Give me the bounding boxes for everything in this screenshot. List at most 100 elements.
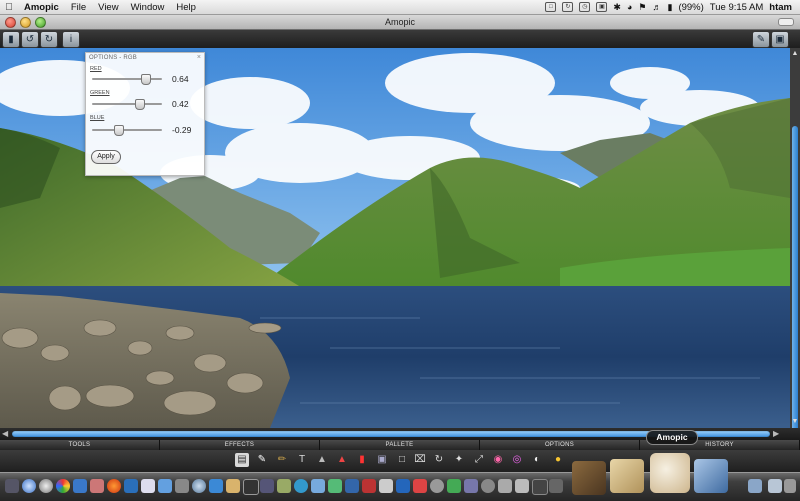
itunes-icon[interactable]: [192, 479, 206, 493]
document-icon[interactable]: ▤: [235, 453, 249, 467]
display-icon[interactable]: ▣: [596, 2, 608, 12]
camera-icon[interactable]: [481, 479, 495, 493]
dropbox-icon[interactable]: □: [545, 2, 557, 12]
sync-icon[interactable]: ↻: [562, 2, 574, 12]
menu-view[interactable]: View: [92, 2, 124, 13]
bluetooth-icon[interactable]: ✱: [613, 2, 621, 13]
tab-pallete[interactable]: PALLETE: [320, 440, 480, 450]
safari-icon[interactable]: [39, 479, 53, 493]
reminders-icon[interactable]: [413, 479, 427, 493]
app-store-icon[interactable]: [124, 479, 138, 493]
zoom-window-button[interactable]: [35, 17, 46, 28]
finder-icon[interactable]: [5, 479, 19, 493]
rotate-right-icon[interactable]: ↻: [40, 31, 58, 48]
acrobat-icon[interactable]: [362, 479, 376, 493]
paint-icon[interactable]: ✎: [255, 453, 269, 467]
red-slider[interactable]: [92, 74, 162, 85]
flag-icon[interactable]: ⚑: [638, 2, 646, 13]
vertical-scroll-thumb[interactable]: [792, 126, 798, 446]
vertical-scrollbar[interactable]: ▲ ▼: [790, 48, 800, 446]
system-prefs-icon[interactable]: [277, 479, 291, 493]
scroll-up-icon[interactable]: ▲: [791, 50, 799, 58]
vectr-icon[interactable]: [447, 479, 461, 493]
contrast-icon[interactable]: ◐: [530, 453, 544, 467]
preview-icon[interactable]: [141, 479, 155, 493]
word-icon[interactable]: [396, 479, 410, 493]
library-icon[interactable]: ▮: [2, 31, 20, 48]
trash-icon[interactable]: [784, 479, 796, 493]
red-slider-knob[interactable]: [141, 74, 151, 85]
vpn-icon[interactable]: [345, 479, 359, 493]
blue-slider-knob[interactable]: [114, 125, 124, 136]
xcode-icon[interactable]: [209, 479, 223, 493]
green-slider[interactable]: [92, 99, 162, 110]
toolbar-toggle-button[interactable]: [778, 18, 794, 26]
brightness-icon[interactable]: ●: [551, 453, 565, 467]
scroll-down-icon[interactable]: ▼: [791, 418, 799, 426]
eraser-icon[interactable]: ▣: [375, 453, 389, 467]
dashboard-icon[interactable]: [22, 479, 36, 493]
share-icon[interactable]: ✎: [752, 31, 770, 48]
crop-icon[interactable]: ⌧: [413, 453, 427, 467]
stamp-icon[interactable]: ▲: [315, 453, 329, 467]
tab-effects[interactable]: EFFECTS: [160, 440, 320, 450]
battery-icon[interactable]: ▮: [667, 2, 672, 13]
terminal-icon[interactable]: [532, 479, 548, 495]
rotate-icon[interactable]: ↻: [432, 453, 446, 467]
network-icon[interactable]: [158, 479, 172, 493]
menu-file[interactable]: File: [65, 2, 92, 13]
menu-help[interactable]: Help: [170, 2, 202, 13]
messages-icon[interactable]: [328, 479, 342, 493]
save-icon[interactable]: ▣: [771, 31, 789, 48]
apply-button[interactable]: Apply: [91, 150, 121, 164]
text-tool-icon[interactable]: T: [295, 453, 309, 467]
apple-menu-icon[interactable]: : [0, 2, 18, 13]
scroll-left-icon[interactable]: ◀: [2, 429, 8, 438]
downloads-icon[interactable]: [748, 479, 762, 493]
bucket-icon[interactable]: ▲: [335, 453, 349, 467]
time-machine-icon[interactable]: [430, 479, 444, 493]
minimize-window-button[interactable]: [20, 17, 31, 28]
green-slider-knob[interactable]: [135, 99, 145, 110]
activity-monitor-icon[interactable]: [549, 479, 563, 493]
address-book-icon[interactable]: [311, 479, 325, 493]
menu-window[interactable]: Window: [125, 2, 171, 13]
lipstick-icon[interactable]: ▮: [355, 453, 369, 467]
chrome-icon[interactable]: [56, 479, 70, 493]
skype-icon[interactable]: [294, 479, 308, 493]
resize-icon[interactable]: ⤢: [472, 453, 486, 467]
grapher-icon[interactable]: [498, 479, 512, 493]
scroll-right-icon[interactable]: ▶: [773, 429, 779, 438]
firefox-icon[interactable]: [107, 479, 121, 493]
calendar-icon[interactable]: [379, 479, 393, 493]
amopic-app-icon[interactable]: [650, 453, 690, 493]
close-window-button[interactable]: [5, 17, 16, 28]
color-balance-icon[interactable]: ◉: [491, 453, 505, 467]
rotate-left-icon[interactable]: ↺: [21, 31, 39, 48]
menu-app-name[interactable]: Amopic: [18, 2, 65, 13]
clock[interactable]: Tue 9:15 AM: [710, 2, 764, 13]
piano-icon[interactable]: [243, 479, 259, 495]
notes-icon[interactable]: [226, 479, 240, 493]
font-book-icon[interactable]: [515, 479, 529, 493]
volume-icon[interactable]: ♬: [652, 2, 661, 12]
hue-icon[interactable]: ◎: [510, 453, 524, 467]
folder-icon[interactable]: [572, 461, 606, 495]
wifi-icon[interactable]: ◕: [627, 2, 632, 12]
brush-icon[interactable]: ✏: [275, 453, 289, 467]
panel-close-icon[interactable]: ×: [197, 54, 201, 61]
timemachine-icon[interactable]: ◷: [579, 2, 591, 12]
documents-stack-icon[interactable]: [768, 479, 782, 493]
photo-icon[interactable]: [90, 479, 104, 493]
tab-tools[interactable]: TOOLS: [0, 440, 160, 450]
blue-slider[interactable]: [92, 125, 162, 136]
audio-icon[interactable]: [260, 479, 274, 493]
tab-options[interactable]: OPTIONS: [480, 440, 640, 450]
utility-icon[interactable]: [175, 479, 189, 493]
user-name[interactable]: htam: [769, 2, 792, 13]
wand-icon[interactable]: ✦: [452, 453, 466, 467]
mail-icon[interactable]: [73, 479, 87, 493]
iphoto-icon[interactable]: [694, 459, 728, 493]
sketch-icon[interactable]: [610, 459, 644, 493]
select-icon[interactable]: □: [395, 453, 409, 467]
